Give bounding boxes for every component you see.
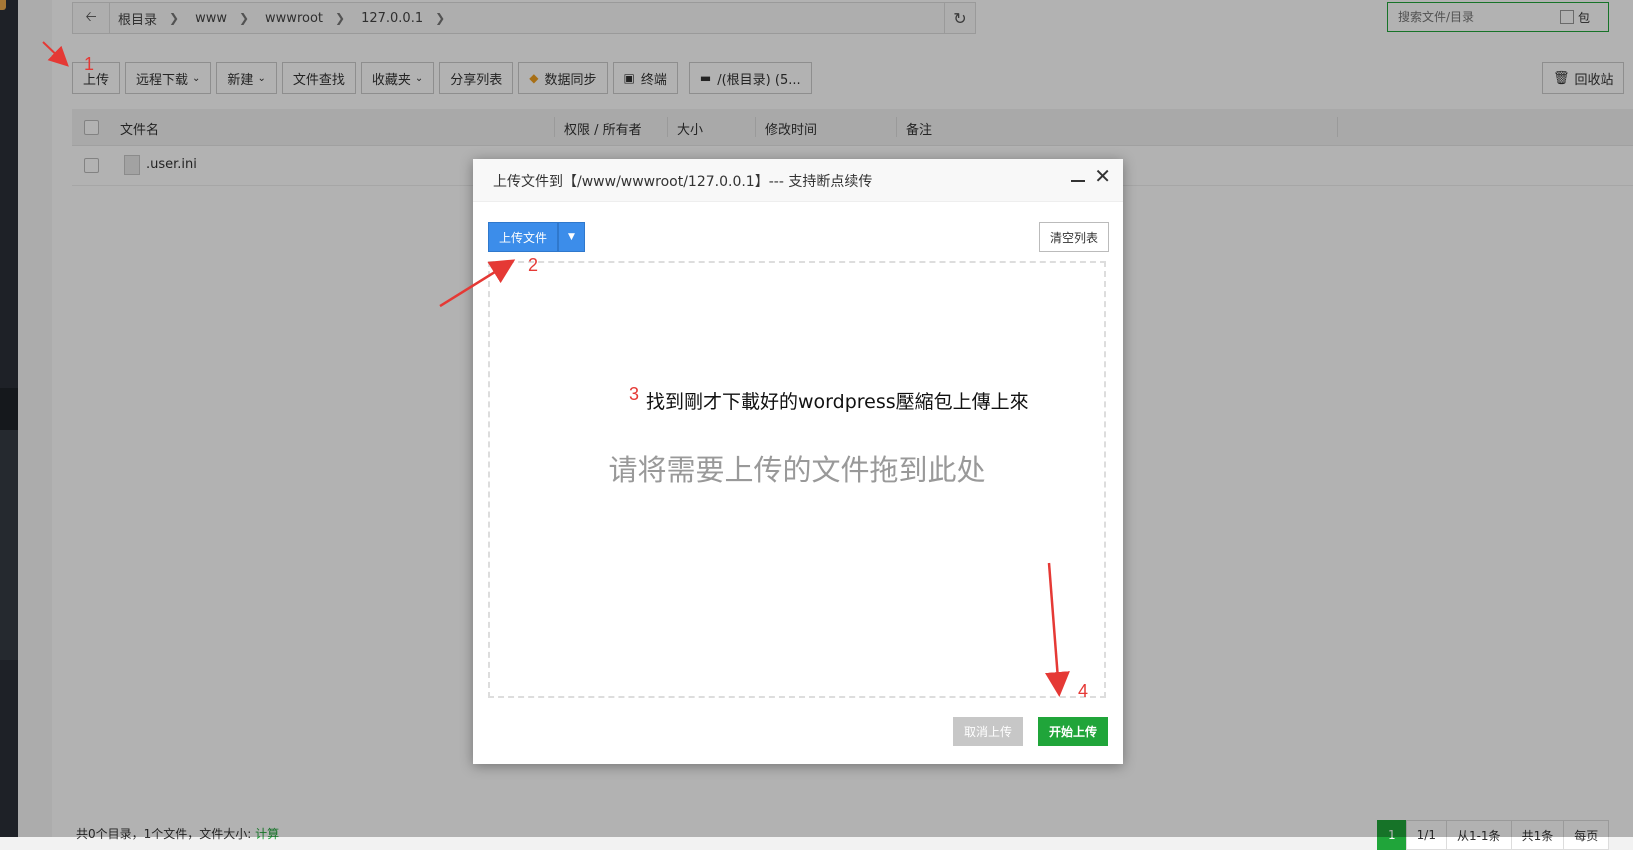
drop-hint: 请将需要上传的文件拖到此处 — [608, 453, 986, 487]
clear-list-button[interactable]: 清空列表 — [1039, 222, 1109, 252]
dialog-header: 上传文件到【/www/wwwroot/127.0.0.1】--- 支持断点续传 … — [473, 159, 1123, 202]
cancel-upload-button[interactable]: 取消上传 — [953, 717, 1023, 746]
upload-options-dropdown[interactable]: ▼ — [558, 222, 585, 252]
upload-dialog: 上传文件到【/www/wwwroot/127.0.0.1】--- 支持断点续传 … — [473, 159, 1123, 764]
dialog-title: 上传文件到【/www/wwwroot/127.0.0.1】--- 支持断点续传 — [493, 174, 873, 190]
annotation-step-4: 4 — [1078, 681, 1089, 701]
annotation-step-3: 3 — [629, 384, 640, 404]
upload-file-button[interactable]: 上传文件 — [488, 222, 558, 252]
caret-down-icon: ▼ — [568, 232, 575, 242]
start-upload-button[interactable]: 开始上传 — [1038, 717, 1108, 746]
annotation-text: 找到剛才下載好的wordpress壓縮包上傳上來 — [646, 391, 1029, 413]
annotation-step-2: 2 — [528, 255, 539, 275]
minimize-icon[interactable] — [1071, 171, 1085, 185]
drop-zone[interactable]: 3 找到剛才下載好的wordpress壓縮包上傳上來 请将需要上传的文件拖到此处 — [488, 261, 1106, 698]
close-icon[interactable]: ✕ — [1094, 166, 1111, 186]
annotation-step-1: 1 — [84, 54, 95, 74]
